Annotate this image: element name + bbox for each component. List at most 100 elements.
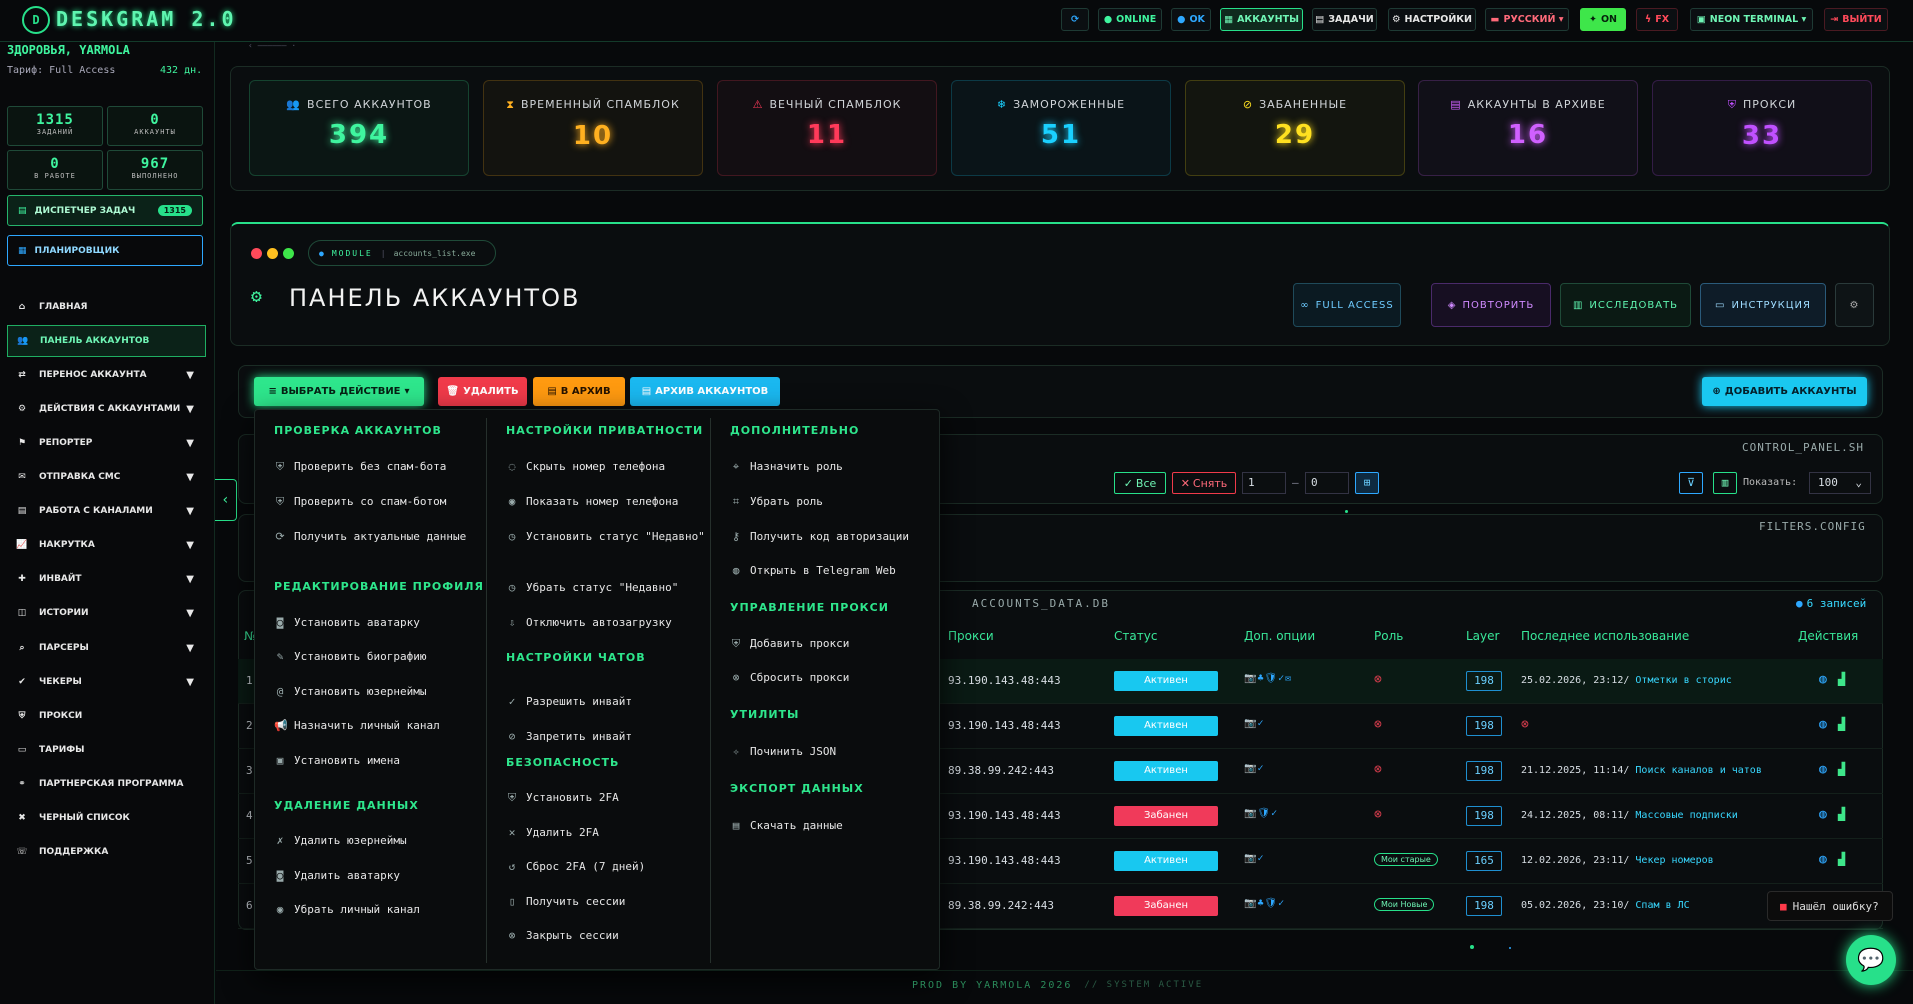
fx-toggle[interactable]: ϟ FX (1636, 8, 1678, 31)
dropdown-item[interactable]: ↺ Сброс 2FA (7 дней) (506, 859, 706, 875)
archive-button[interactable]: ▤ В АРХИВ (533, 377, 625, 406)
sidebar-item-flag[interactable]: ⚑ РЕПОРТЕР ▼ (7, 427, 206, 459)
globe-icon[interactable]: ◍ (1819, 852, 1827, 867)
dropdown-item[interactable]: ⟳ Получить актуальные данные (274, 529, 474, 545)
sidebar-item-partners[interactable]: ⚭ ПАРТНЕРСКАЯ ПРОГРАММА (7, 768, 206, 800)
pin-toggle[interactable]: ✦ ON (1580, 8, 1626, 31)
app-title: DESKGRAM 2.0 (56, 7, 237, 31)
dropdown-item[interactable]: ⛨ Добавить прокси (730, 636, 930, 652)
sidebar-item-users[interactable]: 👥 ПАНЕЛЬ АККАУНТОВ (7, 325, 206, 357)
dropdown-item[interactable]: ◌ Скрыть номер телефона (506, 459, 706, 475)
dropdown-item[interactable]: ▤ Скачать данные (730, 818, 930, 834)
dropdown-item[interactable]: ✧ Починить JSON (730, 744, 930, 760)
dropdown-item[interactable]: ◉ Убрать личный канал (274, 902, 474, 918)
unselect-button[interactable]: ✕ Снять (1172, 472, 1236, 494)
collapse-sidebar-button[interactable]: ‹ (215, 479, 237, 521)
dropdown-item[interactable]: ⛨ Проверить со спам-ботом (274, 494, 474, 510)
sidebar-item-shield[interactable]: ⛨ ПРОКСИ (7, 700, 206, 732)
flag-icon: ⚑ (17, 438, 27, 448)
dropdown-item[interactable]: ✗ Удалить юзернеймы (274, 833, 474, 849)
globe-icon[interactable]: ◍ (1819, 762, 1827, 777)
dropdown-item[interactable]: ⛨ Проверить без спам-бота (274, 459, 474, 475)
dropdown-item[interactable]: ⛨ Установить 2FA (506, 790, 706, 806)
full-access-button[interactable]: ∞ FULL ACCESS (1293, 283, 1401, 327)
select-all-button[interactable]: ✓ Все (1114, 472, 1166, 494)
globe-icon[interactable]: ◍ (1819, 672, 1827, 687)
theme-select[interactable]: ▣ NEON TERMINAL ▾ (1690, 8, 1813, 31)
add-accounts-button[interactable]: ⊕ ДОБАВИТЬ АККАУНТЫ (1702, 377, 1867, 406)
sidebar-item-chart[interactable]: 📈 НАКРУТКА ▼ (7, 529, 206, 561)
sidebar-item-tariff[interactable]: ▭ ТАРИФЫ (7, 734, 206, 766)
accounts-button[interactable]: ▦ АККАУНТЫ (1220, 8, 1303, 31)
sidebar-item-support[interactable]: ☏ ПОДДЕРЖКА (7, 836, 206, 868)
sidebar-item-search[interactable]: ⌕ ПАРСЕРЫ ▼ (7, 632, 206, 664)
language-select[interactable]: ▬ РУССКИЙ ▾ (1485, 8, 1569, 31)
logout-icon: ⇥ (1830, 14, 1839, 25)
stats-icon[interactable]: ▟ (1838, 762, 1845, 776)
status-badge: Активен (1114, 671, 1218, 691)
range-to-input[interactable]: 0 (1305, 472, 1349, 494)
stats-icon[interactable]: ▟ (1838, 672, 1845, 686)
dropdown-item[interactable]: ✓ Разрешить инвайт (506, 694, 706, 710)
dropdown-item[interactable]: ⌖ Назначить роль (730, 459, 930, 475)
tasks-button[interactable]: ▤ ЗАДАЧИ (1312, 8, 1377, 31)
repeat-button[interactable]: ◈ ПОВТОРИТЬ (1431, 283, 1551, 327)
dropdown-item[interactable]: ◷ Установить статус "Недавно" (506, 529, 706, 545)
delete-button[interactable]: 🗑 УДАЛИТЬ (438, 377, 527, 406)
dispatcher-button[interactable]: ▤ ДИСПЕТЧЕР ЗАДАЧ 1315 (7, 195, 203, 226)
ban-icon: ⊘ (508, 730, 516, 743)
stats-icon[interactable]: ▟ (1838, 807, 1845, 821)
dropdown-item[interactable]: ◷ Убрать статус "Недавно" (506, 580, 706, 596)
scheduler-button[interactable]: ▦ ПЛАНИРОВЩИК (7, 235, 203, 266)
dropdown-item[interactable]: ✕ Удалить 2FA (506, 825, 706, 841)
bug-report-button[interactable]: ■ Нашёл ошибку? (1767, 891, 1893, 921)
dropdown-item[interactable]: ⌗ Убрать роль (730, 494, 930, 510)
dropdown-item[interactable]: 📢 Назначить личный канал (274, 718, 474, 734)
dropdown-item[interactable]: ◉ Показать номер телефона (506, 494, 706, 510)
sidebar-item-home[interactable]: ⌂ ГЛАВНАЯ (7, 291, 206, 323)
dropdown-item[interactable]: ▯ Получить сессии (506, 894, 706, 910)
apply-range-button[interactable]: ⊞ (1355, 472, 1379, 494)
instruction-button[interactable]: ▭ ИНСТРУКЦИЯ (1700, 283, 1826, 327)
dropdown-item[interactable]: ⊗ Закрыть сессии (506, 928, 706, 944)
dropdown-item[interactable]: ◙ Удалить аватарку (274, 868, 474, 884)
globe-icon[interactable]: ◍ (1819, 717, 1827, 732)
dropdown-item[interactable]: ▣ Установить имена (274, 753, 474, 769)
dropdown-item[interactable]: @ Установить юзернеймы (274, 684, 474, 700)
sidebar-item-check[interactable]: ✔ ЧЕКЕРЫ ▼ (7, 666, 206, 698)
sidebar-item-invite[interactable]: ✚ ИНВАЙТ ▼ (7, 563, 206, 595)
page-size-select[interactable]: 100 ⌄ (1809, 472, 1871, 494)
archive-accounts-button[interactable]: ▤ АРХИВ АККАУНТОВ (630, 377, 780, 406)
dropdown-item[interactable]: ◙ Установить аватарку (274, 615, 474, 631)
stats-icon[interactable]: ▟ (1838, 717, 1845, 731)
bio-icon: ✎ (276, 650, 284, 663)
sidebar-item-user-cog[interactable]: ⚙ ДЕЙСТВИЯ С АККАУНТАМИ ▼ (7, 393, 206, 425)
dropdown-item[interactable]: ✎ Установить биографию (274, 649, 474, 665)
choose-action-button[interactable]: ≡ ВЫБРАТЬ ДЕЙСТВИЕ ▾ (254, 377, 424, 406)
sidebar-item-transfer[interactable]: ⇄ ПЕРЕНОС АККАУНТА ▼ (7, 359, 206, 391)
dropdown-item[interactable]: ⊘ Запретить инвайт (506, 729, 706, 745)
range-from-input[interactable]: 1 (1242, 472, 1286, 494)
sidebar-item-stories[interactable]: ◫ ИСТОРИИ ▼ (7, 597, 206, 629)
sidebar-item-channel[interactable]: ▤ РАБОТА С КАНАЛАМИ ▼ (7, 495, 206, 527)
dropdown-section-header: НАСТРОЙКИ ЧАТОВ (506, 651, 646, 664)
explore-button[interactable]: ▥ ИССЛЕДОВАТЬ (1560, 283, 1691, 327)
search-icon: ⌕ (19, 643, 25, 653)
dropdown-item[interactable]: ⚷ Получить код авторизации (730, 529, 930, 545)
chat-icon: 💬 (1857, 947, 1885, 973)
stats-icon[interactable]: ▟ (1838, 852, 1845, 866)
dropdown-item[interactable]: ◍ Открыть в Telegram Web (730, 563, 930, 579)
sidebar-item-blacklist[interactable]: ✖ ЧЕРНЫЙ СПИСОК (7, 802, 206, 834)
dropdown-item[interactable]: ⊗ Сбросить прокси (730, 670, 930, 686)
filter-button[interactable]: ⊽ (1679, 472, 1703, 494)
panel-settings-button[interactable]: ⚙ (1835, 283, 1874, 327)
globe-icon[interactable]: ◍ (1819, 807, 1827, 822)
settings-button[interactable]: ⚙ НАСТРОЙКИ (1388, 8, 1476, 31)
sidebar-item-chat[interactable]: ✉ ОТПРАВКА СМС ▼ (7, 461, 206, 493)
refresh-button[interactable]: ⟳ (1061, 8, 1089, 31)
chat-button[interactable]: 💬 (1846, 935, 1896, 985)
logout-button[interactable]: ⇥ ВЫЙТИ (1824, 8, 1888, 31)
shield-check-icon: ⛨ (275, 460, 285, 473)
dropdown-item[interactable]: ⇩ Отключить автозагрузку (506, 615, 706, 631)
columns-button[interactable]: ▥ (1713, 472, 1737, 494)
